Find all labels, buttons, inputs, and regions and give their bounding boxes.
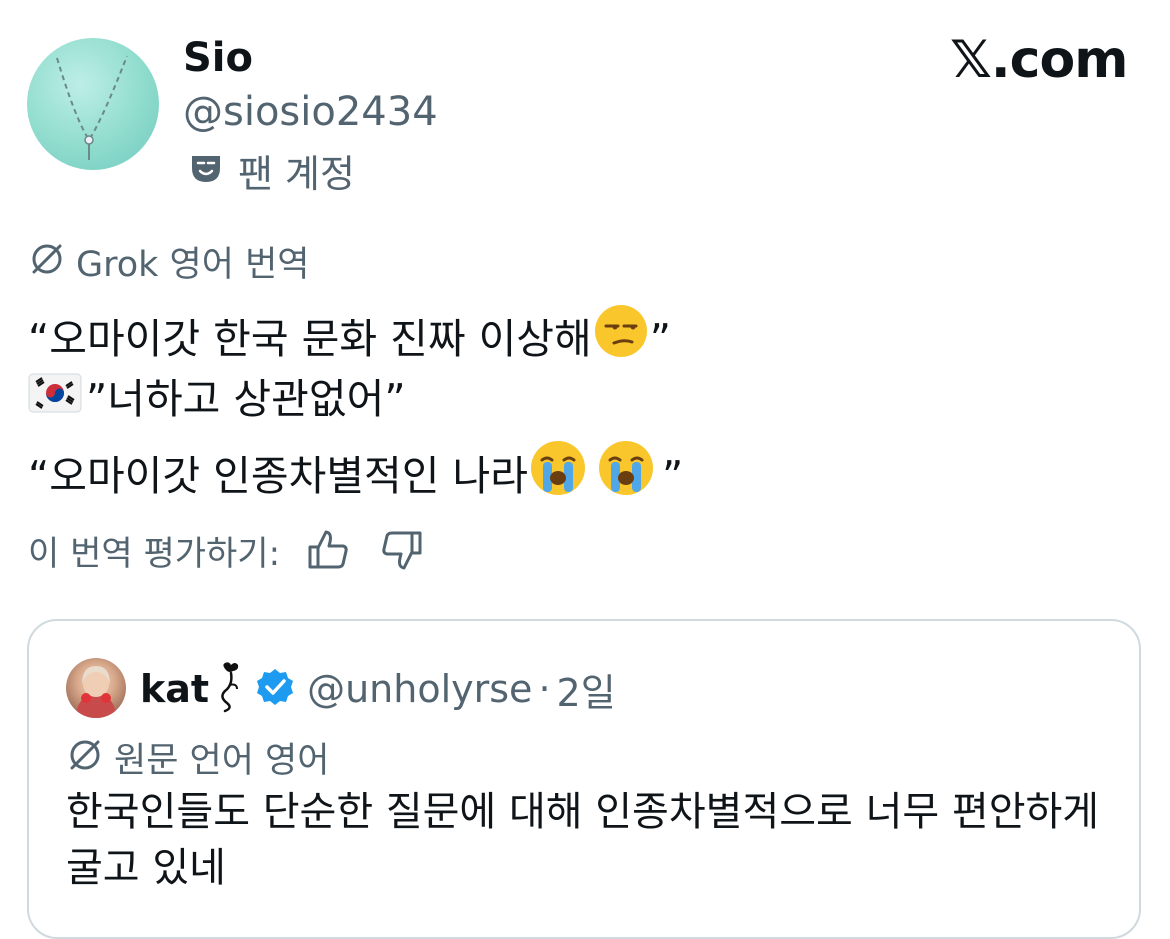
grok-translation-label: Grok 영어 번역 (28, 238, 310, 285)
fan-account-badge: 팬 계정 (188, 146, 355, 196)
author-handle[interactable]: @siosio2434 (183, 86, 438, 138)
translation-line-1-text: “오마이갓 한국 문화 진짜 이상해 (28, 314, 592, 363)
x-logo: 𝕏.com (950, 30, 1128, 90)
translation-line-2: ”너하고 상관없어” (28, 370, 406, 428)
thumbs-down-icon (382, 531, 422, 570)
avatar[interactable] (27, 38, 159, 170)
translation-line-1-end: ” (649, 314, 671, 363)
thumbs-up-button[interactable] (302, 524, 354, 576)
korea-flag-icon (28, 370, 82, 428)
rate-translation: 이 번역 평가하기: (28, 524, 428, 576)
verified-badge-icon (255, 667, 295, 711)
quoted-display-name[interactable]: kat (140, 667, 209, 711)
theater-mask-icon (188, 150, 224, 190)
quoted-post-text: 한국인들도 단순한 질문에 대해 인종차별적으로 너무 편안하게 굴고 있네 (66, 789, 1100, 891)
translation-line-2-text: ”너하고 상관없어” (86, 375, 406, 423)
post-timestamp[interactable]: 2일 (557, 662, 616, 717)
quoted-avatar[interactable] (66, 658, 126, 718)
separator-dot: · (538, 667, 551, 711)
thumbs-down-button[interactable] (376, 524, 428, 576)
original-language-label: 원문 언어 영어 (66, 734, 330, 781)
translation-source: Grok 영어 번역 (76, 244, 310, 285)
thumbs-up-icon (308, 530, 348, 569)
quoted-post-header: kat @unholyrse · 2일 (140, 660, 616, 718)
translation-line-1: “오마이갓 한국 문화 진짜 이상해 ” (28, 302, 671, 375)
crying-face-icon (528, 438, 588, 513)
translation-line-3-text: “오마이갓 인종차별적인 나라 (28, 451, 528, 500)
rate-translation-label: 이 번역 평가하기: (28, 533, 281, 574)
original-language-text: 원문 언어 영어 (114, 740, 330, 781)
grok-icon (28, 240, 66, 282)
translation-line-3: “오마이갓 인종차별적인 나라 ” (28, 438, 683, 513)
quoted-handle[interactable]: @unholyrse (307, 667, 532, 711)
unamused-face-icon (592, 302, 650, 375)
fan-account-label: 팬 계정 (238, 151, 355, 196)
grok-icon (66, 736, 104, 778)
author-display-name[interactable]: Sio (183, 32, 253, 84)
rose-icon (213, 661, 243, 717)
translation-line-3-end: ” (661, 451, 684, 500)
crying-face-icon (596, 438, 656, 513)
